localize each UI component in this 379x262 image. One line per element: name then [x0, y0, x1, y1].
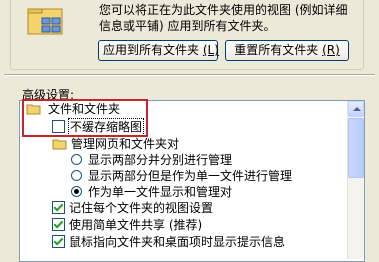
folder-views-icon: [27, 8, 63, 35]
radio-button-selected[interactable]: [71, 186, 82, 197]
apply-to-all-folders-button[interactable]: 应用到所有文件夹 (L): [98, 40, 219, 61]
description-line-1: 您可以将正在为此文件夹使用的视图 (例如详细: [99, 3, 348, 17]
apply-to-all-hotkey: (L): [202, 43, 219, 57]
radio-button[interactable]: [71, 170, 82, 181]
list-item-label: 使用简单文件共享 (推荐): [69, 218, 203, 232]
list-item-label: 显示两部分但是作为单一文件进行管理: [88, 169, 293, 183]
checkbox-checked[interactable]: [52, 218, 65, 231]
reset-all-folders-button[interactable]: 重置所有文件夹 (R): [225, 40, 349, 61]
folder-icon: [52, 139, 67, 150]
reset-all-label: 重置所有文件夹: [234, 43, 319, 57]
list-item-label: 鼠标指向文件夹和桌面项时显示提示信息: [69, 235, 286, 249]
radio-button[interactable]: [71, 154, 82, 165]
description-line-2: 信息或平铺) 应用到所有文件夹。: [99, 19, 276, 33]
scroll-up-arrow-icon[interactable]: [348, 101, 364, 117]
section-separator: [4, 75, 375, 76]
checkbox-checked[interactable]: [52, 201, 65, 214]
folder-views-description: 您可以将正在为此文件夹使用的视图 (例如详细 信息或平铺) 应用到所有文件夹。: [99, 2, 348, 34]
list-item-label: 管理网页和文件夹对: [71, 137, 180, 151]
list-item-label: 记住每个文件夹的视图设置: [69, 201, 214, 215]
vertical-scrollbar[interactable]: [347, 101, 364, 259]
scrollbar-thumb[interactable]: [348, 118, 364, 178]
list-item-label: 作为单一文件显示和管理对: [88, 185, 233, 199]
list-item-label: 显示两部分并分别进行管理: [88, 153, 233, 167]
highlight-annotation-box: [22, 99, 148, 137]
reset-all-hotkey: (R): [322, 43, 340, 57]
apply-to-all-label: 应用到所有文件夹: [103, 43, 200, 57]
